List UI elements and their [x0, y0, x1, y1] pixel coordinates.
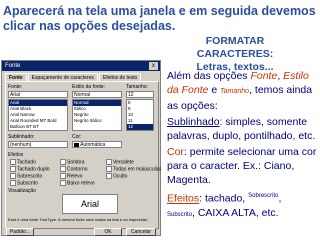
list-item[interactable]: Negrito Itálico — [73, 118, 121, 124]
color-value: Automática — [80, 142, 106, 148]
effect-checkbox[interactable]: Sombra — [60, 159, 85, 165]
close-button[interactable]: x — [149, 62, 158, 70]
dialog-body: Fonte: Estilo da fonte: Tamanho: Arial N… — [5, 81, 161, 229]
effect-checkbox[interactable]: Oculto — [106, 173, 127, 179]
preview-label: Visualização — [8, 188, 36, 194]
subtitle-line1: FORMATAR CARACTERES: — [196, 35, 274, 60]
style-list[interactable]: Normal Itálico Negrito Negrito Itálico — [72, 99, 122, 131]
desc-paragraph-4: Efeitos: tachado, Sobrescrito, Subscrito,… — [167, 192, 282, 219]
list-item[interactable]: 12 — [127, 124, 153, 130]
dialog-tabs: Fonte Espaçamento de caracteres Efeitos de… — [5, 73, 142, 82]
desc-paragraph-2: Sublinhado: simples, somente palavras, d… — [167, 116, 316, 142]
ok-button[interactable]: OK — [94, 228, 122, 236]
size-label: Tamanho: — [126, 84, 148, 90]
effect-checkbox[interactable]: Tachado duplo — [10, 166, 50, 172]
color-label: Cor: — [72, 134, 82, 140]
effects-label: Efeitos — [8, 152, 24, 158]
cancel-button[interactable]: Cancelar — [126, 228, 156, 236]
size-list[interactable]: 8 9 10 11 12 — [126, 99, 154, 131]
color-select[interactable]: Automática — [72, 141, 122, 148]
style-label: Estilo da fonte: — [72, 84, 106, 90]
style-input[interactable]: Normal — [72, 91, 122, 98]
effect-checkbox[interactable]: Subscrito — [10, 180, 38, 186]
effect-checkbox[interactable]: Baixo relevo — [60, 180, 95, 186]
desc-paragraph-1: Além das opções Fonte, Estilo da Fonte e… — [167, 70, 313, 112]
font-input[interactable]: Arial — [8, 91, 68, 98]
intro-text: Aparecerá na tela uma janela e em seguid… — [3, 4, 316, 33]
font-label: Fonte: — [8, 84, 23, 90]
preview-box: Arial — [62, 194, 118, 214]
font-list[interactable]: Arial Arial Black Arial Narrow Arial Rou… — [8, 99, 68, 131]
desc-paragraph-3: Cor: permite selecionar uma cor para o c… — [167, 146, 317, 186]
color-swatch — [74, 142, 79, 147]
hint-text: Esta é uma fonte TrueType. A mesma fonte… — [8, 217, 149, 222]
effect-checkbox[interactable]: Sobrescrito — [10, 173, 42, 179]
underline-label: Sublinhado: — [8, 134, 35, 140]
size-input[interactable]: 12 — [126, 91, 154, 98]
font-dialog: Fonte x Fonte Espaçamento de caracteres Ef… — [1, 60, 161, 236]
description: Além das opções Fonte, Estilo da Fonte e… — [167, 69, 319, 224]
dialog-titlebar: Fonte x — [2, 61, 160, 71]
effect-checkbox[interactable]: Relevo — [60, 173, 83, 179]
effect-checkbox[interactable]: Versalete — [106, 159, 134, 165]
effect-checkbox[interactable]: Contorno — [60, 166, 88, 172]
list-item[interactable]: Balloon BT BT — [9, 124, 67, 130]
default-button[interactable]: Padrão... — [6, 228, 34, 236]
dialog-title: Fonte — [5, 63, 21, 69]
underline-select[interactable]: (nenhum) — [8, 141, 68, 148]
effect-checkbox[interactable]: Todas em maiúsculas — [106, 166, 161, 172]
effect-checkbox[interactable]: Tachado — [10, 159, 36, 165]
